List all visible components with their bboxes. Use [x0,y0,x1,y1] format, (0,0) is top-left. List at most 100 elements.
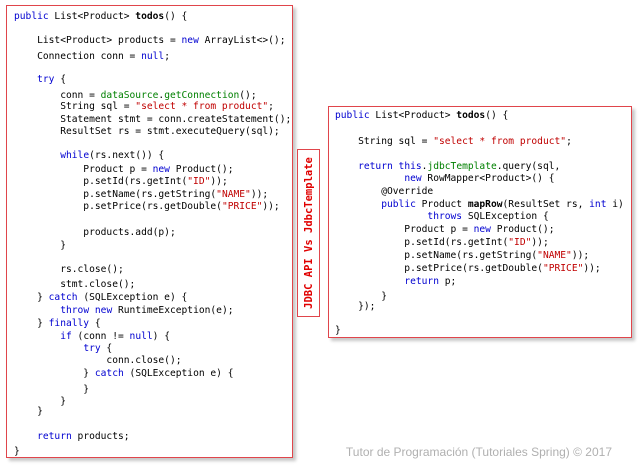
code-token: } [14,384,90,395]
code-member: jdbcTemplate [427,161,497,172]
code-token: )); [531,237,549,248]
code-token: } [335,325,341,336]
code-token: (SQLException e) { [77,292,188,303]
code-token: List<Product> products = [14,35,182,46]
jdbc-api-code-block: public List<Product> todos() { List<Prod… [7,6,292,457]
code-line: Product p = new Product(); [335,224,554,236]
code-line: return p; [335,276,456,288]
code-keyword: new [152,164,170,175]
code-keyword: catch [48,292,78,303]
code-line: try { [14,74,66,86]
code-token: { [100,343,113,354]
code-token: )); [250,189,269,200]
code-keyword: null [129,331,153,342]
jdbc-template-code-panel: public List<Product> todos() { String sq… [328,106,632,338]
code-token: () { [485,110,509,121]
code-token: stmt.close(); [14,279,136,290]
code-keyword: throw [60,305,90,316]
code-keyword: public [335,110,370,121]
code-token: RuntimeException(e); [112,305,234,316]
code-line: } [14,240,66,252]
code-token: todos [456,110,486,121]
code-token: @Override [335,186,434,197]
code-keyword: public [14,11,49,22]
code-token: RowMapper<Product>() { [421,173,555,184]
code-line: if (conn != null) { [14,331,170,343]
code-keyword: try [37,74,55,85]
code-line: new RowMapper<Product>() { [335,173,555,185]
code-token: (conn != [71,331,130,342]
code-token: p.setPrice(rs.getDouble( [14,201,222,212]
code-line: List<Product> products = new ArrayList<>… [14,35,285,47]
code-token: SQLException { [462,211,549,222]
code-string: "select * from product" [433,136,567,147]
code-line: } [14,406,43,418]
code-line: return products; [14,431,129,443]
code-token: } [14,368,95,379]
code-token: Product p = [14,164,153,175]
code-token: Product p = [335,224,474,235]
code-member: dataSource [100,90,159,101]
code-token: Product(); [169,164,234,175]
code-token: (); [239,90,257,101]
code-line: } [14,446,20,458]
code-token: p.setId(rs.getInt( [14,176,188,187]
code-token: ArrayList<>(); [198,35,286,46]
code-string: "NAME" [216,189,251,200]
comparison-label-box: JDBC API Vs JdbcTemplate [297,149,320,317]
code-line: Product p = new Product(); [14,164,234,176]
code-line: p.setId(rs.getInt("ID")); [14,176,228,188]
code-token: } [14,292,49,303]
footer-credit: Tutor de Programación (Tutoriales Spring… [345,445,612,459]
code-token: p.setName(rs.getString( [335,250,538,261]
code-token: } [14,240,66,251]
code-keyword: if [60,331,72,342]
jdbc-api-code-panel: public List<Product> todos() { List<Prod… [6,5,293,458]
code-string: "PRICE" [221,201,263,212]
code-line: p.setPrice(rs.getDouble("PRICE")); [335,263,601,275]
comparison-label: JDBC API Vs JdbcTemplate [302,157,315,309]
code-token: ResultSet rs = stmt.executeQuery(sql); [14,126,280,137]
code-token: } [14,318,49,329]
code-string: "ID" [187,176,211,187]
code-keyword: new [404,173,422,184]
code-line: p.setPrice(rs.getDouble("PRICE")); [14,201,279,213]
code-token: )); [583,263,601,274]
code-token: (rs.next()) { [89,150,165,161]
code-line: products.add(p); [14,227,175,239]
code-line: public Product mapRow(ResultSet rs, int … [335,199,624,211]
code-token: p.setId(rs.getInt( [335,237,509,248]
code-token: (ResultSet rs, [502,199,590,210]
code-keyword: this [398,161,422,172]
code-string: "select * from product" [135,101,269,112]
code-line: while(rs.next()) { [14,150,164,162]
code-string: "NAME" [537,250,572,261]
code-token: )); [210,176,228,187]
code-keyword: null [141,51,165,62]
code-keyword: new [94,305,113,316]
code-token: rs.close(); [14,264,124,275]
code-line: } [335,325,341,337]
code-token: p.setName(rs.getString( [14,189,217,200]
code-token: mapRow [467,199,503,210]
code-token: Product [415,199,468,210]
code-line: stmt.close(); [14,279,135,291]
code-token: ; [566,136,572,147]
code-line: String sql = "select * from product"; [14,101,274,113]
code-line: public List<Product> todos() { [14,11,187,23]
code-line: p.setId(rs.getInt("ID")); [335,237,549,249]
code-keyword: return [358,161,393,172]
code-line: rs.close(); [14,264,124,276]
code-token: { [54,74,66,85]
code-line: ResultSet rs = stmt.executeQuery(sql); [14,126,280,138]
code-line: } catch (SQLException e) { [14,368,233,380]
code-keyword: int [589,199,607,210]
code-keyword: return [404,276,439,287]
